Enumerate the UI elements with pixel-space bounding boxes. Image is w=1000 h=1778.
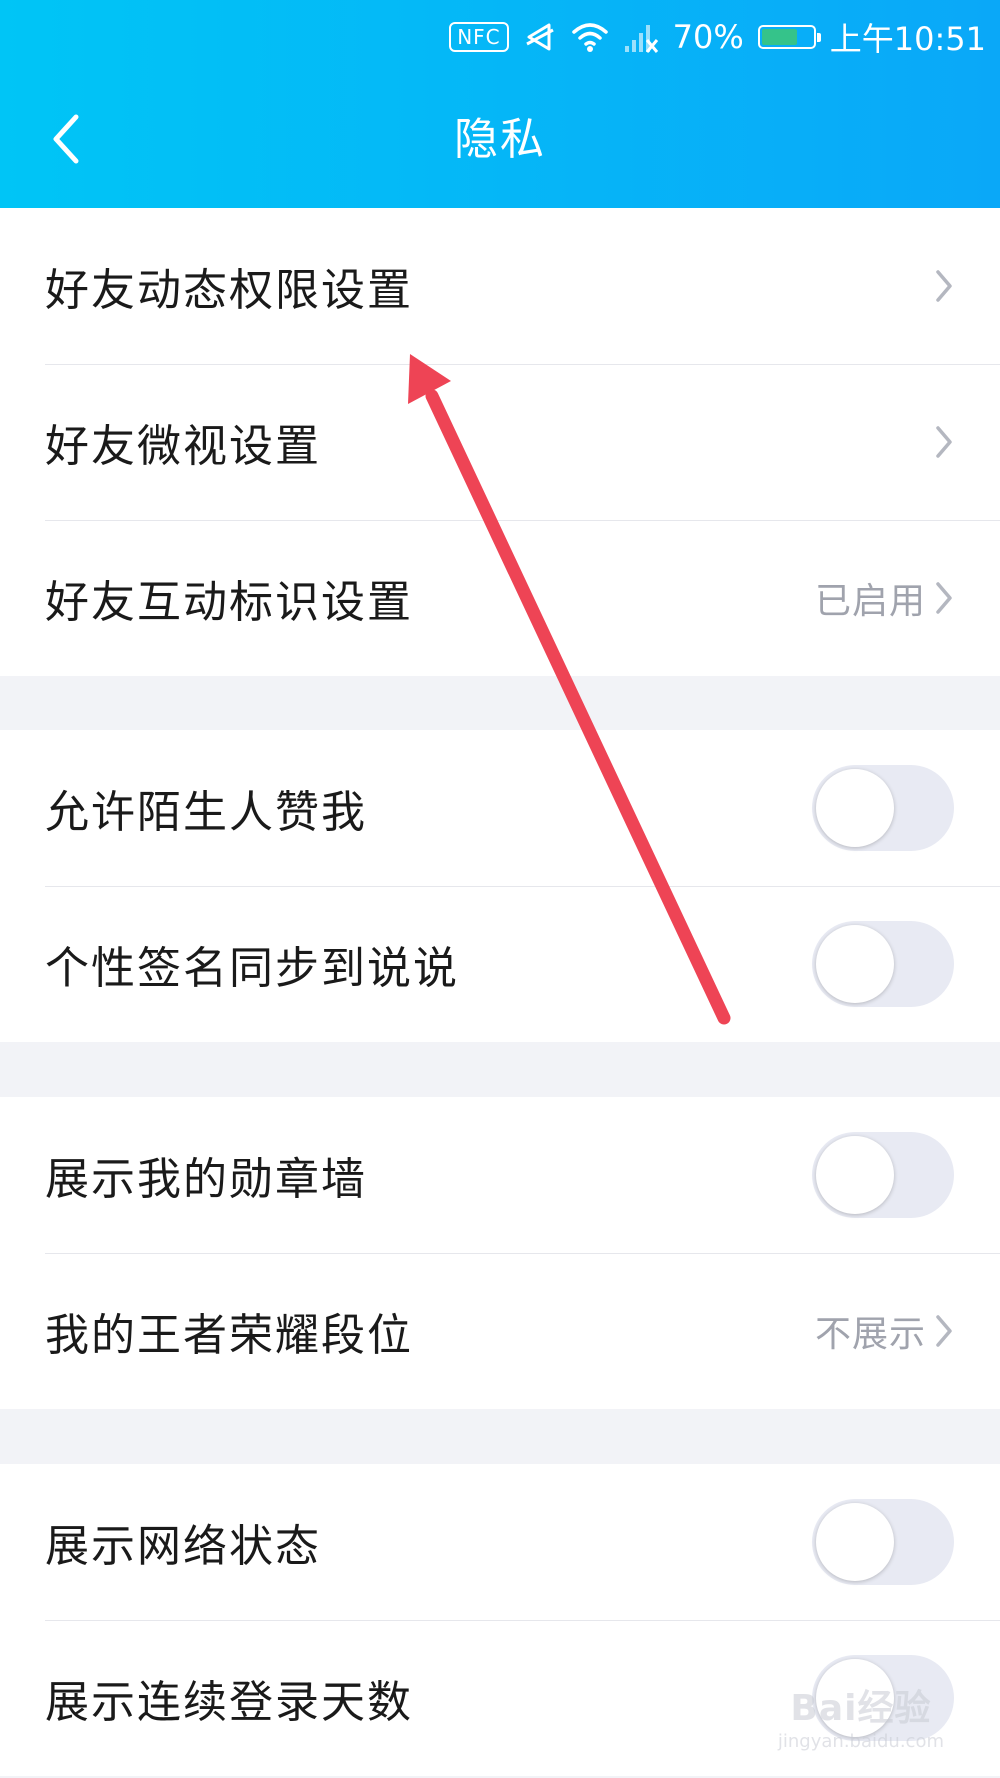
watermark-logo: Bai经验 (790, 1688, 932, 1729)
settings-row-feed-permissions[interactable]: 好友动态权限设置 (0, 208, 1000, 364)
row-label: 展示连续登录天数 (45, 1677, 413, 1728)
chevron-right-icon (934, 581, 954, 615)
network-status-toggle[interactable] (812, 1499, 954, 1585)
settings-section-friends: 好友动态权限设置 好友微视设置 好友互动标识设置 已启用 (0, 208, 1000, 676)
signature-sync-toggle[interactable] (812, 921, 954, 1007)
row-label: 好友微视设置 (45, 421, 321, 472)
page-title: 隐私 (454, 114, 546, 165)
watermark-url: jingyan.baidu.com (777, 1731, 944, 1752)
row-label: 我的王者荣耀段位 (45, 1310, 413, 1361)
vibrate-icon (523, 20, 557, 54)
row-label: 展示网络状态 (45, 1521, 321, 1572)
wifi-icon (571, 20, 609, 54)
settings-row-network-status: 展示网络状态 (0, 1464, 1000, 1620)
settings-section-badges: 展示我的勋章墙 我的王者荣耀段位 不展示 (0, 1097, 1000, 1409)
chevron-right-icon (934, 1314, 954, 1348)
toggle-knob (816, 1503, 894, 1581)
chevron-right-icon (934, 269, 954, 303)
row-value: 不展示 (814, 1314, 926, 1355)
settings-section-likes: 允许陌生人赞我 个性签名同步到说说 (0, 730, 1000, 1042)
settings-row-stranger-likes: 允许陌生人赞我 (0, 730, 1000, 886)
settings-row-interaction-marks[interactable]: 好友互动标识设置 已启用 (0, 520, 1000, 676)
toggle-knob (816, 1136, 894, 1214)
app-header: NFC 70% 上午10:51 隐私 (0, 0, 1000, 208)
signal-icon (623, 20, 659, 54)
battery-icon (757, 25, 821, 49)
row-label: 好友动态权限设置 (45, 265, 413, 316)
row-label: 个性签名同步到说说 (45, 943, 459, 994)
row-label: 允许陌生人赞我 (45, 787, 367, 838)
row-label: 好友互动标识设置 (45, 577, 413, 628)
settings-row-signature-sync: 个性签名同步到说说 (0, 886, 1000, 1042)
toggle-knob (816, 925, 894, 1003)
settings-row-medal-wall: 展示我的勋章墙 (0, 1097, 1000, 1253)
settings-row-game-rank[interactable]: 我的王者荣耀段位 不展示 (0, 1253, 1000, 1409)
row-label: 展示我的勋章墙 (45, 1154, 367, 1205)
stranger-likes-toggle[interactable] (812, 765, 954, 851)
battery-level (761, 29, 797, 45)
status-time: 上午10:51 (829, 20, 986, 58)
nfc-indicator: NFC (449, 22, 509, 52)
watermark: Bai经验 jingyan.baidu.com (778, 1679, 944, 1752)
medal-wall-toggle[interactable] (812, 1132, 954, 1218)
battery-percent: 70% (672, 18, 744, 56)
chevron-right-icon (934, 425, 954, 459)
settings-row-weishi[interactable]: 好友微视设置 (0, 364, 1000, 520)
status-bar: NFC 70% 上午10:51 (449, 12, 986, 62)
row-value: 已启用 (814, 581, 926, 622)
toggle-knob (816, 769, 894, 847)
